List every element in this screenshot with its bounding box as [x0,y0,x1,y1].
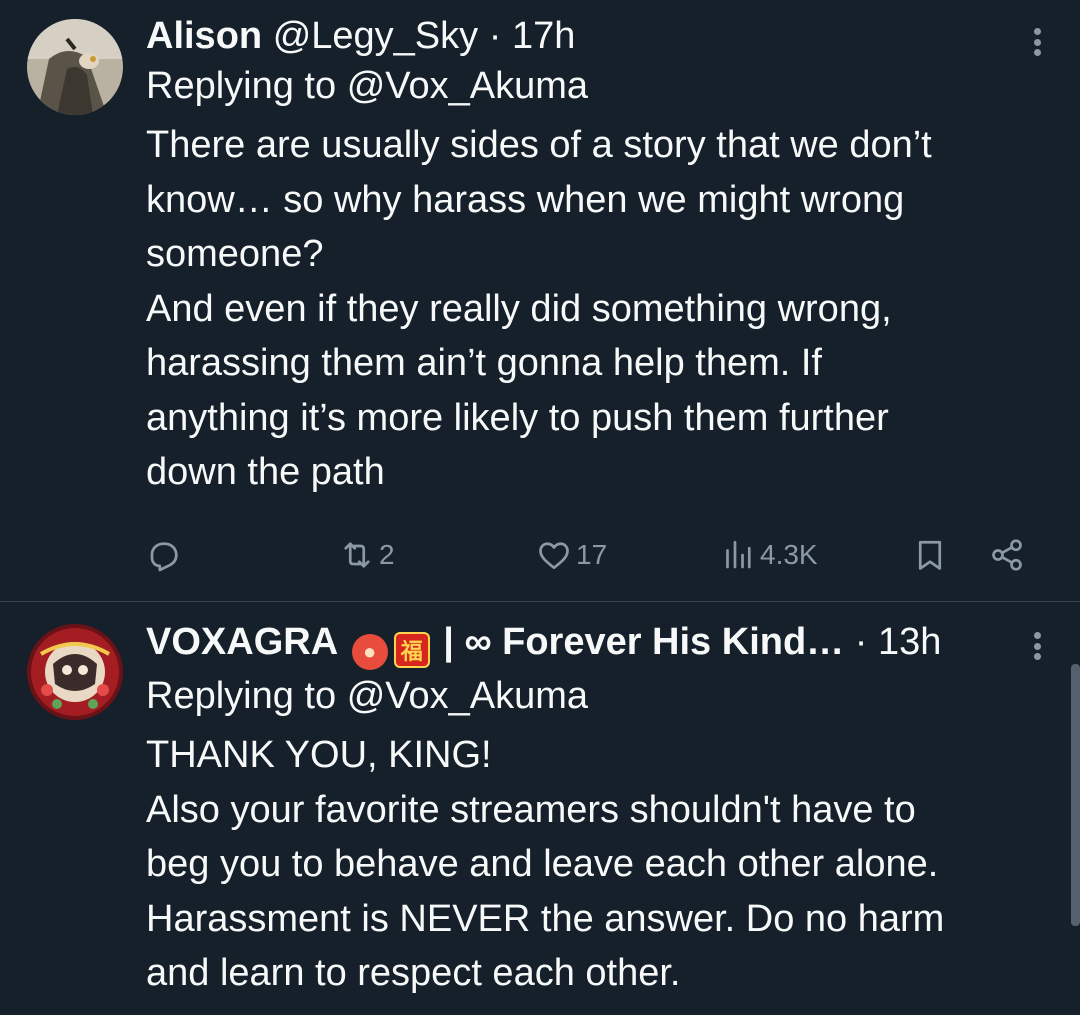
more-vertical-icon-dot [1033,38,1041,46]
heart-icon [539,542,569,570]
ogre-emoji-icon: ● [351,634,388,670]
views-count: 4.3K [760,539,818,570]
reply-mention-link[interactable]: @Vox_Akuma [347,675,588,717]
reply-prefix: Replying to [146,65,337,107]
tweet-text: THANK YOU, KING! Also your favorite stre… [146,734,945,994]
more-options-button[interactable] [1031,626,1043,666]
scrollbar-thumb[interactable] [1071,664,1080,926]
share-button[interactable] [989,530,1025,580]
more-vertical-icon [1033,632,1041,639]
avatar-photo [27,19,123,115]
tweet[interactable]: VOXAGRA ● 福 | ∞ Forever His Kind… · 13h R… [0,602,1080,1015]
separator-dot: · [854,621,868,663]
more-vertical-icon [1033,28,1041,35]
more-vertical-icon-dot [1033,49,1041,56]
reply-context: Replying to @Vox_Akuma [146,60,1030,112]
red-envelope-emoji-icon: 福 [393,632,430,668]
more-vertical-icon-dot [1033,642,1041,650]
views-button[interactable]: 4.3K [720,530,818,580]
reply-context: Replying to @Vox_Akuma [146,670,1030,722]
like-button[interactable]: 17 [536,530,607,580]
tweet-actions-bar: 2 17 4.3K [146,530,1030,580]
reply-button[interactable] [146,530,186,580]
timestamp[interactable]: 13h [878,621,941,663]
tweet-content: Alison @Legy_Sky · 17h Replying to @Vox_… [146,12,1030,500]
views-icon [726,540,751,569]
retweet-count: 2 [379,539,395,570]
reply-mention-link[interactable]: @Vox_Akuma [347,65,588,107]
user-handle[interactable]: @Legy_Sky [273,15,478,57]
tweet[interactable]: Alison @Legy_Sky · 17h Replying to @Vox_… [0,0,1080,602]
tweet-header: VOXAGRA ● 福 | ∞ Forever His Kind… · 13h [146,618,1030,670]
retweet-button[interactable]: 2 [339,530,395,580]
display-name-suffix[interactable]: | ∞ Forever His Kind… [443,621,844,663]
reply-icon [150,542,178,572]
more-options-button[interactable] [1031,22,1043,62]
separator-dot: · [488,15,502,57]
timestamp[interactable]: 17h [512,15,575,57]
user-avatar[interactable] [27,19,123,115]
tweet-text: There are usually sides of a story that … [146,124,932,493]
more-vertical-icon-dot [1033,653,1041,660]
share-icon [992,539,1022,571]
reply-prefix: Replying to [146,675,337,717]
retweet-icon [344,542,370,568]
bookmark-button[interactable] [912,530,948,580]
display-name[interactable]: Alison [146,15,262,57]
display-name[interactable]: VOXAGRA [146,621,338,663]
like-count: 17 [576,539,608,570]
avatar-artwork [27,624,123,720]
user-avatar[interactable] [27,624,123,720]
tweet-content: VOXAGRA ● 福 | ∞ Forever His Kind… · 13h R… [146,618,1030,1001]
bookmark-icon [918,540,942,570]
tweet-header: Alison @Legy_Sky · 17h [146,12,1030,60]
